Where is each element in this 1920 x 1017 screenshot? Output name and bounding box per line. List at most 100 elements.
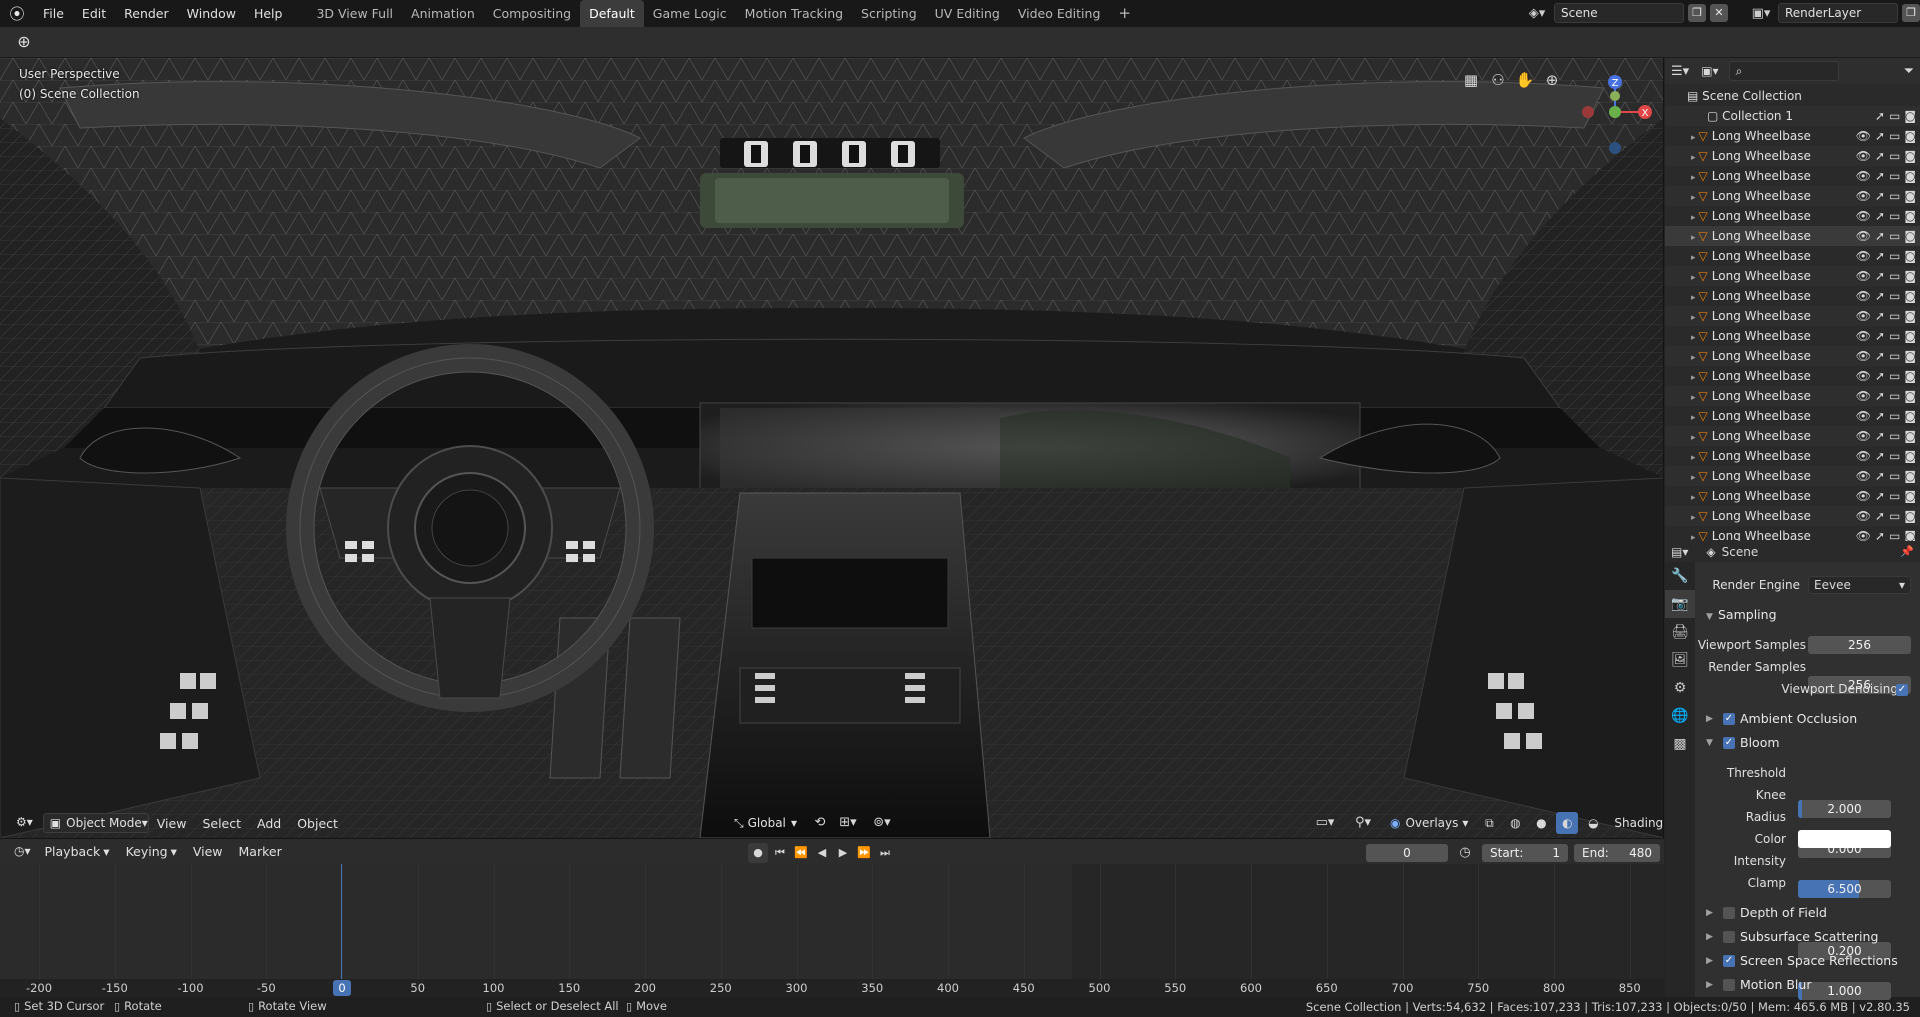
render-toggle-icon[interactable]: ◙ <box>1904 126 1916 146</box>
world-tab-icon[interactable]: 🌐 <box>1665 702 1695 730</box>
visibility-eye-icon[interactable]: 👁 <box>1856 386 1871 406</box>
select-arrow-icon[interactable]: ➚ <box>1875 306 1885 326</box>
outliner-row-object[interactable]: ▸ ▽ Long Wheelbase Car👁➚▭◙ <box>1665 266 1920 286</box>
depth-of-field-checkbox[interactable] <box>1723 906 1735 919</box>
workspace-tab-motion-tracking[interactable]: Motion Tracking <box>736 0 852 27</box>
outliner-editor-icon[interactable]: ☰▾ <box>1671 64 1689 79</box>
snap-icon[interactable]: ⊞▾ <box>837 812 859 834</box>
outliner-row-object[interactable]: ▸ ▽ Long Wheelbase Car👁➚▭◙ <box>1665 166 1920 186</box>
wireframe-shading-icon[interactable]: ◍ <box>1504 812 1526 834</box>
active-tool-icon[interactable]: ⊕ <box>12 31 36 53</box>
select-arrow-icon[interactable]: ➚ <box>1875 206 1885 226</box>
visibility-eye-icon[interactable]: 👁 <box>1856 226 1871 246</box>
outliner-row-object[interactable]: ▸ ▽ Long Wheelbase Car👁➚▭◙ <box>1665 406 1920 426</box>
viewport-toggle-icon[interactable]: ▭ <box>1889 306 1900 326</box>
render-toggle-icon[interactable]: ◙ <box>1904 446 1916 466</box>
screen-space-reflections-checkbox[interactable]: ✓ <box>1723 954 1735 967</box>
render-toggle-icon[interactable]: ◙ <box>1904 486 1916 506</box>
visibility-eye-icon[interactable]: 👁 <box>1856 526 1871 541</box>
visibility-eye-icon[interactable]: 👁 <box>1856 446 1871 466</box>
select-arrow-icon[interactable]: ➚ <box>1875 426 1885 446</box>
render-toggle-icon[interactable]: ◙ <box>1904 266 1916 286</box>
toggle-camera-view-icon[interactable]: ▦ <box>1460 69 1482 91</box>
render-toggle-icon[interactable]: ◙ <box>1904 146 1916 166</box>
outliner-row-object[interactable]: ▸ ▽ Long Wheelbase Car👁➚▭◙ <box>1665 446 1920 466</box>
viewport-toggle-icon[interactable]: ▭ <box>1889 166 1900 186</box>
outliner-row-scene-collection[interactable]: ▤ Scene Collection <box>1665 86 1920 106</box>
preview-range-icon[interactable]: ◷ <box>1454 842 1476 864</box>
select-arrow-icon[interactable]: ➚ <box>1875 466 1885 486</box>
proportional-edit-icon[interactable]: ⊚▾ <box>865 812 899 834</box>
viewport-toggle-icon[interactable]: ▭ <box>1889 126 1900 146</box>
car-interior-render[interactable] <box>0 58 1664 838</box>
select-arrow-icon[interactable]: ➚ <box>1875 246 1885 266</box>
select-arrow-icon[interactable]: ➚ <box>1875 146 1885 166</box>
viewport-toggle-icon[interactable]: ▭ <box>1889 366 1900 386</box>
viewport-toggle-icon[interactable]: ▭ <box>1889 226 1900 246</box>
end-frame-field[interactable]: End: 480 <box>1574 844 1660 862</box>
viewport-toggle-icon[interactable]: ▭ <box>1889 106 1900 126</box>
render-toggle-icon[interactable]: ◙ <box>1904 306 1916 326</box>
jump-keyframe-forward-icon[interactable]: ⏩ <box>855 842 873 864</box>
viewport-toggle-icon[interactable]: ▭ <box>1889 186 1900 206</box>
menu-edit[interactable]: Edit <box>73 0 115 27</box>
timeline-view-menu[interactable]: View <box>185 844 231 859</box>
outliner-row-object[interactable]: ▸ ▽ Long Wheelbase Car👁➚▭◙ <box>1665 466 1920 486</box>
select-arrow-icon[interactable]: ➚ <box>1875 366 1885 386</box>
workspace-tab-3d-view-full[interactable]: 3D View Full <box>307 0 402 27</box>
menu-view[interactable]: View <box>149 816 195 831</box>
pivot-icon[interactable]: ⟲ <box>809 812 831 834</box>
outliner-row-object[interactable]: ▸ ▽ Long Wheelbase Car👁➚▭◙ <box>1665 386 1920 406</box>
overlays-button[interactable]: ◉ Overlays ▾ <box>1384 813 1474 833</box>
viewport-toggle-icon[interactable]: ▭ <box>1889 286 1900 306</box>
orientation-selector[interactable]: ⤡ Global ▾ <box>728 813 803 833</box>
workspace-tab-video-editing[interactable]: Video Editing <box>1009 0 1110 27</box>
render-tab-icon[interactable]: 📷 <box>1665 590 1695 618</box>
render-toggle-icon[interactable]: ◙ <box>1904 466 1916 486</box>
motion-blur-panel-header[interactable]: ▶ Motion Blur <box>1706 977 1811 992</box>
select-arrow-icon[interactable]: ➚ <box>1875 386 1885 406</box>
select-arrow-icon[interactable]: ➚ <box>1875 526 1885 541</box>
render-layer-icon[interactable]: ▣▾ <box>1748 6 1774 21</box>
timeline-editor-icon[interactable]: ◷▾ <box>8 842 37 862</box>
render-toggle-icon[interactable]: ◙ <box>1904 206 1916 226</box>
render-toggle-icon[interactable]: ◙ <box>1904 506 1916 526</box>
outliner-row-object[interactable]: ▸ ▽ Long Wheelbase Car👁➚▭◙ <box>1665 366 1920 386</box>
filter-icon[interactable]: ⏷ <box>1904 64 1914 79</box>
record-icon[interactable]: ● <box>748 843 768 863</box>
scene-tab-icon[interactable]: ⚙ <box>1665 674 1695 702</box>
menu-help[interactable]: Help <box>245 0 292 27</box>
viewport-toggle-icon[interactable]: ▭ <box>1889 426 1900 446</box>
visibility-eye-icon[interactable]: 👁 <box>1856 206 1871 226</box>
viewport-toggle-icon[interactable]: ▭ <box>1889 466 1900 486</box>
output-tab-icon[interactable]: 🖨 <box>1665 618 1695 646</box>
viewport-toggle-icon[interactable]: ▭ <box>1889 446 1900 466</box>
sampling-panel-header[interactable]: ▼ Sampling <box>1706 607 1777 622</box>
render-toggle-icon[interactable]: ◙ <box>1904 226 1916 246</box>
visibility-eye-icon[interactable]: 👁 <box>1856 306 1871 326</box>
outliner-row-object[interactable]: ▸ ▽ Long Wheelbase Car👁➚▭◙ <box>1665 146 1920 166</box>
subsurface-scattering-panel-header[interactable]: ▶ Subsurface Scattering <box>1706 929 1878 944</box>
render-toggle-icon[interactable]: ◙ <box>1904 286 1916 306</box>
select-arrow-icon[interactable]: ➚ <box>1875 446 1885 466</box>
visibility-eye-icon[interactable]: 👁 <box>1856 186 1871 206</box>
visibility-eye-icon[interactable]: 👁 <box>1856 406 1871 426</box>
workspace-tab-game-logic[interactable]: Game Logic <box>644 0 736 27</box>
properties-editor-icon[interactable]: ▤▾ <box>1671 545 1688 559</box>
zoom-icon[interactable]: ⊕ <box>1541 69 1563 91</box>
viewport-toggle-icon[interactable]: ▭ <box>1889 486 1900 506</box>
workspace-tab-compositing[interactable]: Compositing <box>484 0 580 27</box>
viewport-samples-field[interactable]: 256 <box>1808 636 1911 654</box>
visibility-eye-icon[interactable]: 👁 <box>1856 146 1871 166</box>
start-frame-field[interactable]: Start: 1 <box>1482 844 1568 862</box>
outliner-row-object[interactable]: ▸ ▽ Long Wheelbase Car👁➚▭◙ <box>1665 246 1920 266</box>
menu-window[interactable]: Window <box>178 0 245 27</box>
workspace-tab-default[interactable]: Default <box>580 0 644 27</box>
view-object-types-icon[interactable]: ▭▾ <box>1308 812 1342 834</box>
render-toggle-icon[interactable]: ◙ <box>1904 246 1916 266</box>
render-toggle-icon[interactable]: ◙ <box>1904 426 1916 446</box>
visibility-eye-icon[interactable]: 👁 <box>1856 466 1871 486</box>
workspace-tab-animation[interactable]: Animation <box>402 0 484 27</box>
menu-render[interactable]: Render <box>115 0 178 27</box>
select-arrow-icon[interactable]: ➚ <box>1875 106 1885 126</box>
